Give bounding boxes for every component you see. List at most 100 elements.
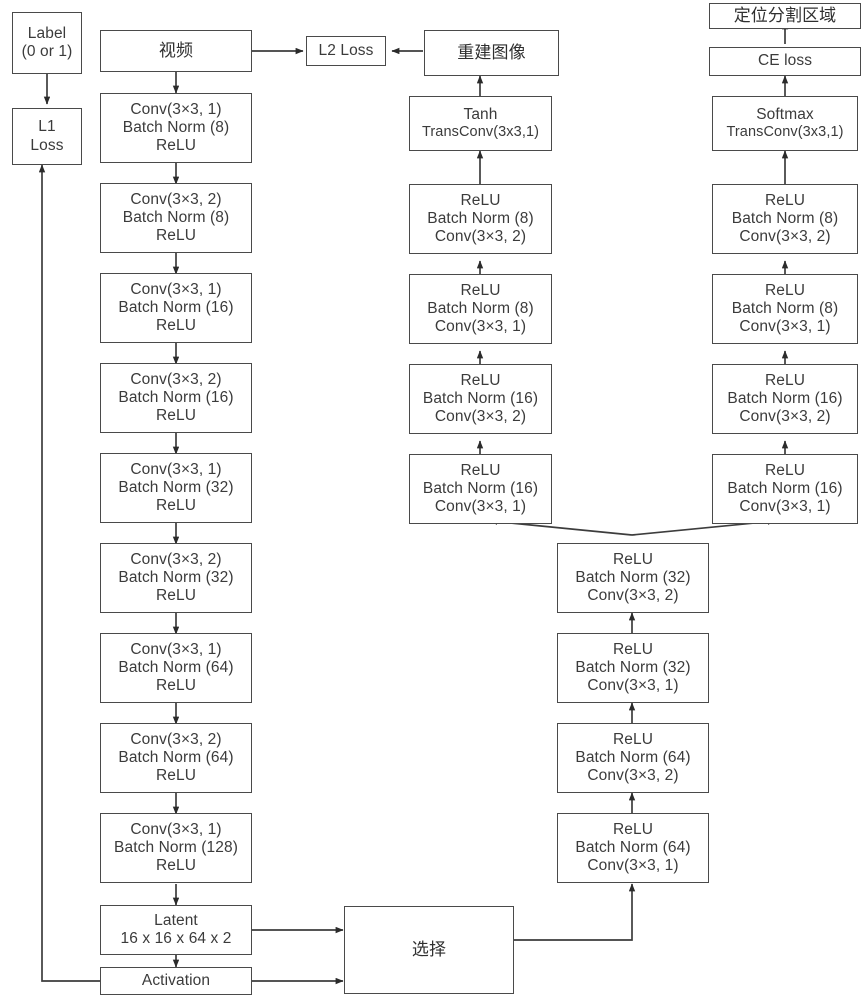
reconstruction-block-3-line1: ReLU bbox=[460, 371, 501, 389]
segmentation-block-3: ReLU Batch Norm (16) Conv(3×3, 2) bbox=[712, 364, 858, 434]
encoder-block-6-line1: Conv(3×3, 2) bbox=[130, 550, 222, 568]
node-l1-loss-line2: Loss bbox=[30, 136, 64, 154]
encoder-block-9-line1: Conv(3×3, 1) bbox=[130, 820, 222, 838]
reconstruction-block-2-line3: Conv(3×3, 1) bbox=[434, 318, 527, 336]
encoder-block-2-line2: Batch Norm (8) bbox=[122, 208, 230, 226]
encoder-block-5-line2: Batch Norm (32) bbox=[118, 478, 234, 496]
encoder-block-3-line1: Conv(3×3, 1) bbox=[130, 280, 222, 298]
segmentation-block-1-line1: ReLU bbox=[764, 191, 806, 209]
shared-decoder-block-3-line2: Batch Norm (64) bbox=[575, 748, 691, 766]
encoder-block-8-line2: Batch Norm (64) bbox=[118, 748, 234, 766]
node-video: 视频 bbox=[100, 30, 252, 72]
node-softmax-transconv: Softmax TransConv(3x3,1) bbox=[712, 96, 858, 151]
shared-decoder-block-4-line2: Batch Norm (64) bbox=[575, 838, 691, 856]
shared-decoder-block-1-line1: ReLU bbox=[612, 550, 654, 568]
encoder-block-1-line1: Conv(3×3, 1) bbox=[130, 100, 222, 118]
reconstruction-block-2-line2: Batch Norm (8) bbox=[427, 299, 534, 317]
node-label-line2: (0 or 1) bbox=[21, 43, 73, 60]
reconstruction-block-4: ReLU Batch Norm (16) Conv(3×3, 1) bbox=[409, 454, 552, 524]
encoder-block-3-line2: Batch Norm (16) bbox=[118, 298, 234, 316]
shared-decoder-block-1-line2: Batch Norm (32) bbox=[575, 568, 691, 586]
node-activation: Activation bbox=[100, 967, 252, 995]
node-softmax-line2: TransConv(3x3,1) bbox=[726, 124, 844, 141]
encoder-block-4-line1: Conv(3×3, 2) bbox=[130, 370, 222, 388]
encoder-block-2-line1: Conv(3×3, 2) bbox=[130, 190, 222, 208]
reconstruction-block-3-line3: Conv(3×3, 2) bbox=[434, 408, 527, 426]
segmentation-block-4: ReLU Batch Norm (16) Conv(3×3, 1) bbox=[712, 454, 858, 524]
shared-decoder-block-4: ReLU Batch Norm (64) Conv(3×3, 1) bbox=[557, 813, 709, 883]
shared-decoder-block-4-line3: Conv(3×3, 1) bbox=[587, 857, 679, 875]
segmentation-block-3-line3: Conv(3×3, 2) bbox=[739, 408, 831, 426]
reconstruction-block-4-line3: Conv(3×3, 1) bbox=[434, 498, 527, 516]
node-latent: Latent 16 x 16 x 64 x 2 bbox=[100, 905, 252, 955]
encoder-block-2: Conv(3×3, 2) Batch Norm (8) ReLU bbox=[100, 183, 252, 253]
node-reconstructed-image: 重建图像 bbox=[424, 30, 559, 76]
encoder-block-1-line2: Batch Norm (8) bbox=[122, 118, 230, 136]
segmentation-block-4-line2: Batch Norm (16) bbox=[727, 479, 843, 497]
node-l2-loss-label: L2 Loss bbox=[318, 41, 374, 59]
node-video-label: 视频 bbox=[158, 40, 194, 60]
reconstruction-block-1-line1: ReLU bbox=[460, 191, 501, 209]
encoder-block-5: Conv(3×3, 1) Batch Norm (32) ReLU bbox=[100, 453, 252, 523]
encoder-block-8-line3: ReLU bbox=[155, 767, 197, 785]
reconstruction-block-1-line3: Conv(3×3, 2) bbox=[434, 228, 527, 246]
segmentation-block-2-line1: ReLU bbox=[764, 281, 806, 299]
node-localization-region-label: 定位分割区域 bbox=[733, 5, 837, 25]
node-selection-label: 选择 bbox=[411, 939, 447, 959]
encoder-block-5-line1: Conv(3×3, 1) bbox=[130, 460, 222, 478]
node-activation-label: Activation bbox=[141, 971, 211, 989]
segmentation-block-4-line3: Conv(3×3, 1) bbox=[739, 498, 831, 516]
node-tanh-transconv: Tanh TransConv(3x3,1) bbox=[409, 96, 552, 151]
shared-decoder-block-3-line3: Conv(3×3, 2) bbox=[587, 767, 679, 785]
shared-decoder-block-3: ReLU Batch Norm (64) Conv(3×3, 2) bbox=[557, 723, 709, 793]
node-localization-region: 定位分割区域 bbox=[709, 3, 861, 29]
segmentation-block-2-line3: Conv(3×3, 1) bbox=[739, 318, 831, 336]
node-ce-loss-label: CE loss bbox=[757, 52, 813, 70]
reconstruction-block-2-line1: ReLU bbox=[460, 281, 501, 299]
shared-decoder-block-2-line3: Conv(3×3, 1) bbox=[587, 677, 679, 695]
node-l1-loss-line1: L1 bbox=[38, 118, 56, 136]
node-l2-loss: L2 Loss bbox=[306, 36, 386, 66]
encoder-block-7-line1: Conv(3×3, 1) bbox=[130, 640, 222, 658]
shared-decoder-block-1-line3: Conv(3×3, 2) bbox=[587, 587, 679, 605]
node-tanh-line1: Tanh bbox=[463, 105, 498, 123]
encoder-block-9-line2: Batch Norm (128) bbox=[114, 838, 238, 856]
encoder-block-4-line2: Batch Norm (16) bbox=[118, 388, 234, 406]
node-reconstructed-image-label: 重建图像 bbox=[457, 42, 526, 62]
encoder-block-7-line3: ReLU bbox=[155, 677, 197, 695]
encoder-block-5-line3: ReLU bbox=[155, 497, 197, 515]
network-architecture-diagram: Label (0 or 1) L1 Loss 视频 L2 Loss 重建图像 定… bbox=[0, 0, 868, 1000]
node-latent-line2: 16 x 16 x 64 x 2 bbox=[120, 930, 232, 947]
node-selection: 选择 bbox=[344, 906, 514, 994]
encoder-block-7-line2: Batch Norm (64) bbox=[118, 658, 234, 676]
encoder-block-9-line3: ReLU bbox=[155, 857, 197, 875]
reconstruction-block-1: ReLU Batch Norm (8) Conv(3×3, 2) bbox=[409, 184, 552, 254]
shared-decoder-block-4-line1: ReLU bbox=[612, 820, 654, 838]
segmentation-block-2-line2: Batch Norm (8) bbox=[731, 299, 839, 317]
encoder-block-6-line3: ReLU bbox=[155, 587, 197, 605]
encoder-block-8-line1: Conv(3×3, 2) bbox=[130, 730, 222, 748]
encoder-block-6: Conv(3×3, 2) Batch Norm (32) ReLU bbox=[100, 543, 252, 613]
encoder-block-4: Conv(3×3, 2) Batch Norm (16) ReLU bbox=[100, 363, 252, 433]
reconstruction-block-3: ReLU Batch Norm (16) Conv(3×3, 2) bbox=[409, 364, 552, 434]
segmentation-block-1: ReLU Batch Norm (8) Conv(3×3, 2) bbox=[712, 184, 858, 254]
segmentation-block-2: ReLU Batch Norm (8) Conv(3×3, 1) bbox=[712, 274, 858, 344]
reconstruction-block-4-line1: ReLU bbox=[460, 461, 501, 479]
reconstruction-block-2: ReLU Batch Norm (8) Conv(3×3, 1) bbox=[409, 274, 552, 344]
encoder-block-8: Conv(3×3, 2) Batch Norm (64) ReLU bbox=[100, 723, 252, 793]
shared-decoder-block-2: ReLU Batch Norm (32) Conv(3×3, 1) bbox=[557, 633, 709, 703]
node-label: Label (0 or 1) bbox=[12, 12, 82, 74]
reconstruction-block-4-line2: Batch Norm (16) bbox=[422, 479, 539, 497]
node-ce-loss: CE loss bbox=[709, 47, 861, 76]
encoder-block-3: Conv(3×3, 1) Batch Norm (16) ReLU bbox=[100, 273, 252, 343]
encoder-block-1: Conv(3×3, 1) Batch Norm (8) ReLU bbox=[100, 93, 252, 163]
shared-decoder-block-3-line1: ReLU bbox=[612, 730, 654, 748]
node-softmax-line1: Softmax bbox=[756, 105, 814, 123]
shared-decoder-block-1: ReLU Batch Norm (32) Conv(3×3, 2) bbox=[557, 543, 709, 613]
reconstruction-block-3-line2: Batch Norm (16) bbox=[422, 389, 539, 407]
node-tanh-line2: TransConv(3x3,1) bbox=[421, 124, 540, 141]
segmentation-block-1-line3: Conv(3×3, 2) bbox=[739, 228, 831, 246]
encoder-block-4-line3: ReLU bbox=[155, 407, 197, 425]
shared-decoder-block-2-line2: Batch Norm (32) bbox=[575, 658, 691, 676]
encoder-block-9: Conv(3×3, 1) Batch Norm (128) ReLU bbox=[100, 813, 252, 883]
